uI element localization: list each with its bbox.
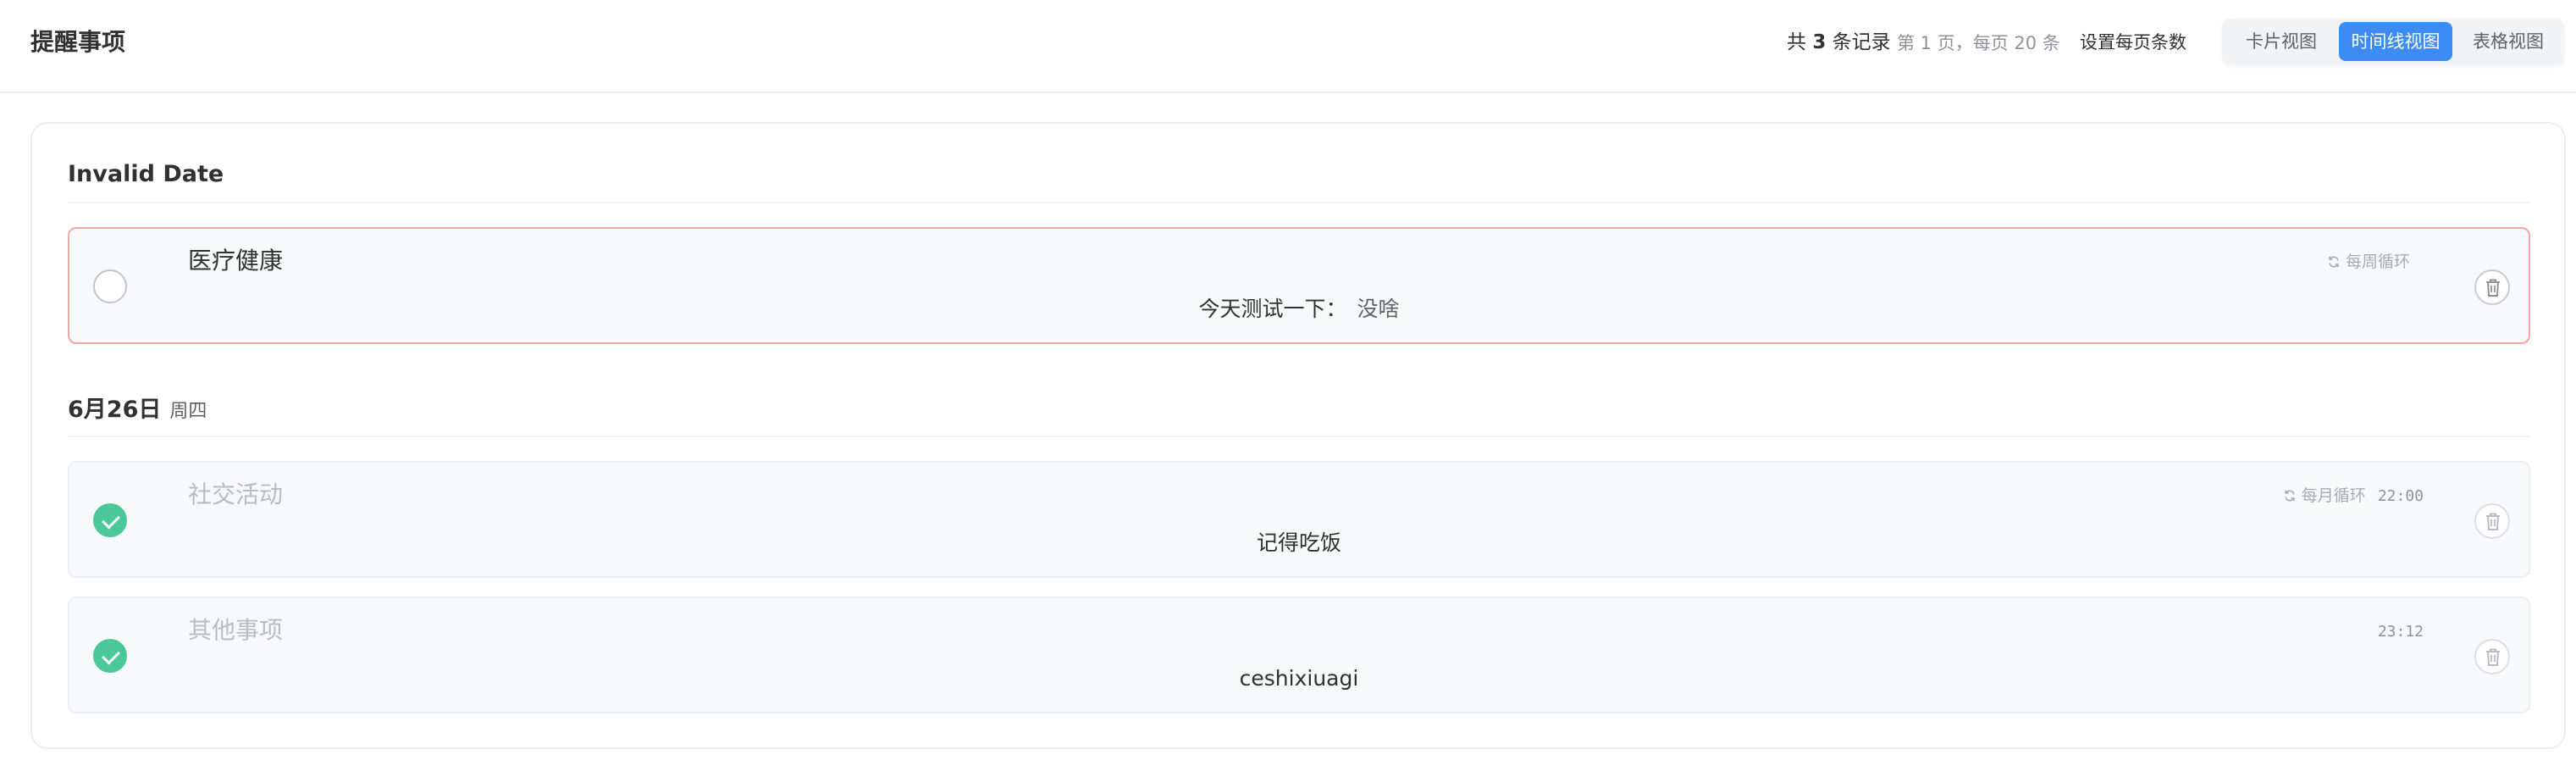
description-value: 没啥 — [1357, 297, 1400, 321]
reminder-title: 社交活动 — [188, 480, 284, 508]
repeat-label: 每月循环 — [2301, 486, 2366, 505]
trash-icon — [2486, 279, 2500, 297]
reminder-title: 医疗健康 — [188, 247, 284, 275]
card-view-button[interactable]: 卡片视图 — [2227, 22, 2336, 61]
delete-button[interactable] — [2474, 503, 2510, 539]
reminder-description: 今天测试一下： 没啥 — [69, 293, 2529, 325]
date-group-title: Invalid Date — [68, 158, 232, 193]
view-switcher: 卡片视图 时间线视图 表格视图 — [2222, 19, 2564, 64]
page-title: 提醒事项 — [30, 28, 126, 56]
reminder-title: 其他事项 — [188, 616, 284, 644]
timeline-container: Invalid Date 医疗健康 每周循环 今天测试一下： 没啥 6月26日 … — [30, 122, 2566, 749]
reminder-meta: 每月循环 22:00 — [2283, 483, 2424, 508]
repeat-icon — [2285, 490, 2295, 502]
reminder-time: 23:12 — [2377, 623, 2424, 641]
record-count: 共 3 条记录 — [1787, 27, 1891, 58]
trash-icon — [2486, 648, 2500, 666]
reminder-meta: 23:12 — [2366, 619, 2424, 644]
group-weekday: 周四 — [169, 401, 207, 422]
pager-info: 第 1 页，每页 20 条 — [1897, 33, 2060, 53]
reminder-item[interactable]: 医疗健康 每周循环 今天测试一下： 没啥 — [68, 227, 2530, 344]
date-group-title: 6月26日 周四 — [68, 393, 207, 429]
group-date: 6月26日 — [68, 397, 162, 423]
group-date: Invalid Date — [68, 161, 224, 187]
page-header: 提醒事项 共 3 条记录 第 1 页，每页 20 条 设置每页条数 卡片视图 时… — [0, 0, 2576, 93]
reminders-page: 提醒事项 共 3 条记录 第 1 页，每页 20 条 设置每页条数 卡片视图 时… — [0, 0, 2576, 766]
delete-button[interactable] — [2474, 269, 2510, 305]
reminder-item[interactable]: 其他事项 23:12 ceshixiuagi — [68, 597, 2530, 713]
record-count-prefix: 共 — [1787, 31, 1813, 53]
reminder-time: 22:00 — [2377, 487, 2424, 505]
description-label: 今天测试一下： — [1198, 297, 1347, 321]
group-divider — [68, 436, 2530, 437]
reminder-description: 记得吃饭 — [69, 527, 2529, 559]
repeat-label: 每周循环 — [2345, 253, 2410, 271]
repeat-icon — [2329, 256, 2339, 268]
description-label: ceshixiuagi — [1239, 666, 1359, 691]
record-count-suffix: 条记录 — [1826, 31, 1891, 53]
reminder-item[interactable]: 社交活动 每月循环 22:00 记得吃饭 — [68, 461, 2530, 578]
record-count-number: 3 — [1812, 31, 1827, 53]
delete-button[interactable] — [2474, 639, 2510, 674]
table-view-button[interactable]: 表格视图 — [2456, 22, 2561, 61]
trash-icon — [2486, 513, 2500, 530]
timeline-view-button[interactable]: 时间线视图 — [2339, 22, 2452, 61]
reminder-description: ceshixiuagi — [69, 663, 2529, 695]
set-page-size-button[interactable]: 设置每页条数 — [2080, 27, 2186, 58]
description-label: 记得吃饭 — [1256, 530, 1341, 555]
reminder-meta: 每周循环 — [2327, 249, 2410, 275]
group-divider — [68, 202, 2530, 203]
